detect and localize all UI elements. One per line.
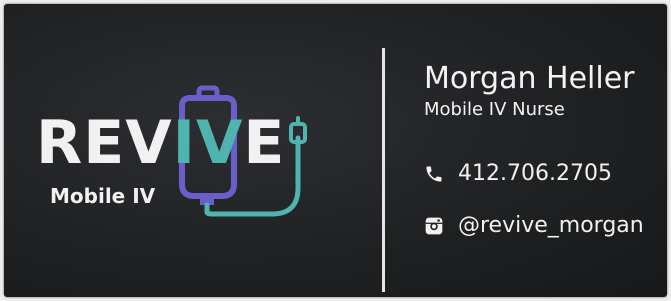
vertical-divider bbox=[382, 48, 385, 292]
logo-wordmark: REVIVE bbox=[36, 113, 285, 173]
logo-word-right: E bbox=[243, 108, 286, 178]
instagram-row[interactable]: @revive_morgan bbox=[424, 213, 644, 238]
instagram-handle: @revive_morgan bbox=[458, 213, 644, 238]
logo-word-left: REV bbox=[36, 108, 173, 178]
contact-name: Morgan Heller bbox=[424, 61, 635, 96]
business-card: REVIVE Mobile IV Morgan Heller Mobile IV… bbox=[4, 4, 667, 297]
instagram-icon bbox=[425, 217, 443, 234]
logo-subtitle: Mobile IV bbox=[50, 184, 156, 208]
phone-number: 412.706.2705 bbox=[458, 161, 612, 186]
contact-title: Mobile IV Nurse bbox=[424, 99, 565, 120]
phone-icon bbox=[426, 166, 442, 181]
logo-word-accent: IV bbox=[172, 108, 244, 178]
phone-row[interactable]: 412.706.2705 bbox=[424, 161, 612, 186]
